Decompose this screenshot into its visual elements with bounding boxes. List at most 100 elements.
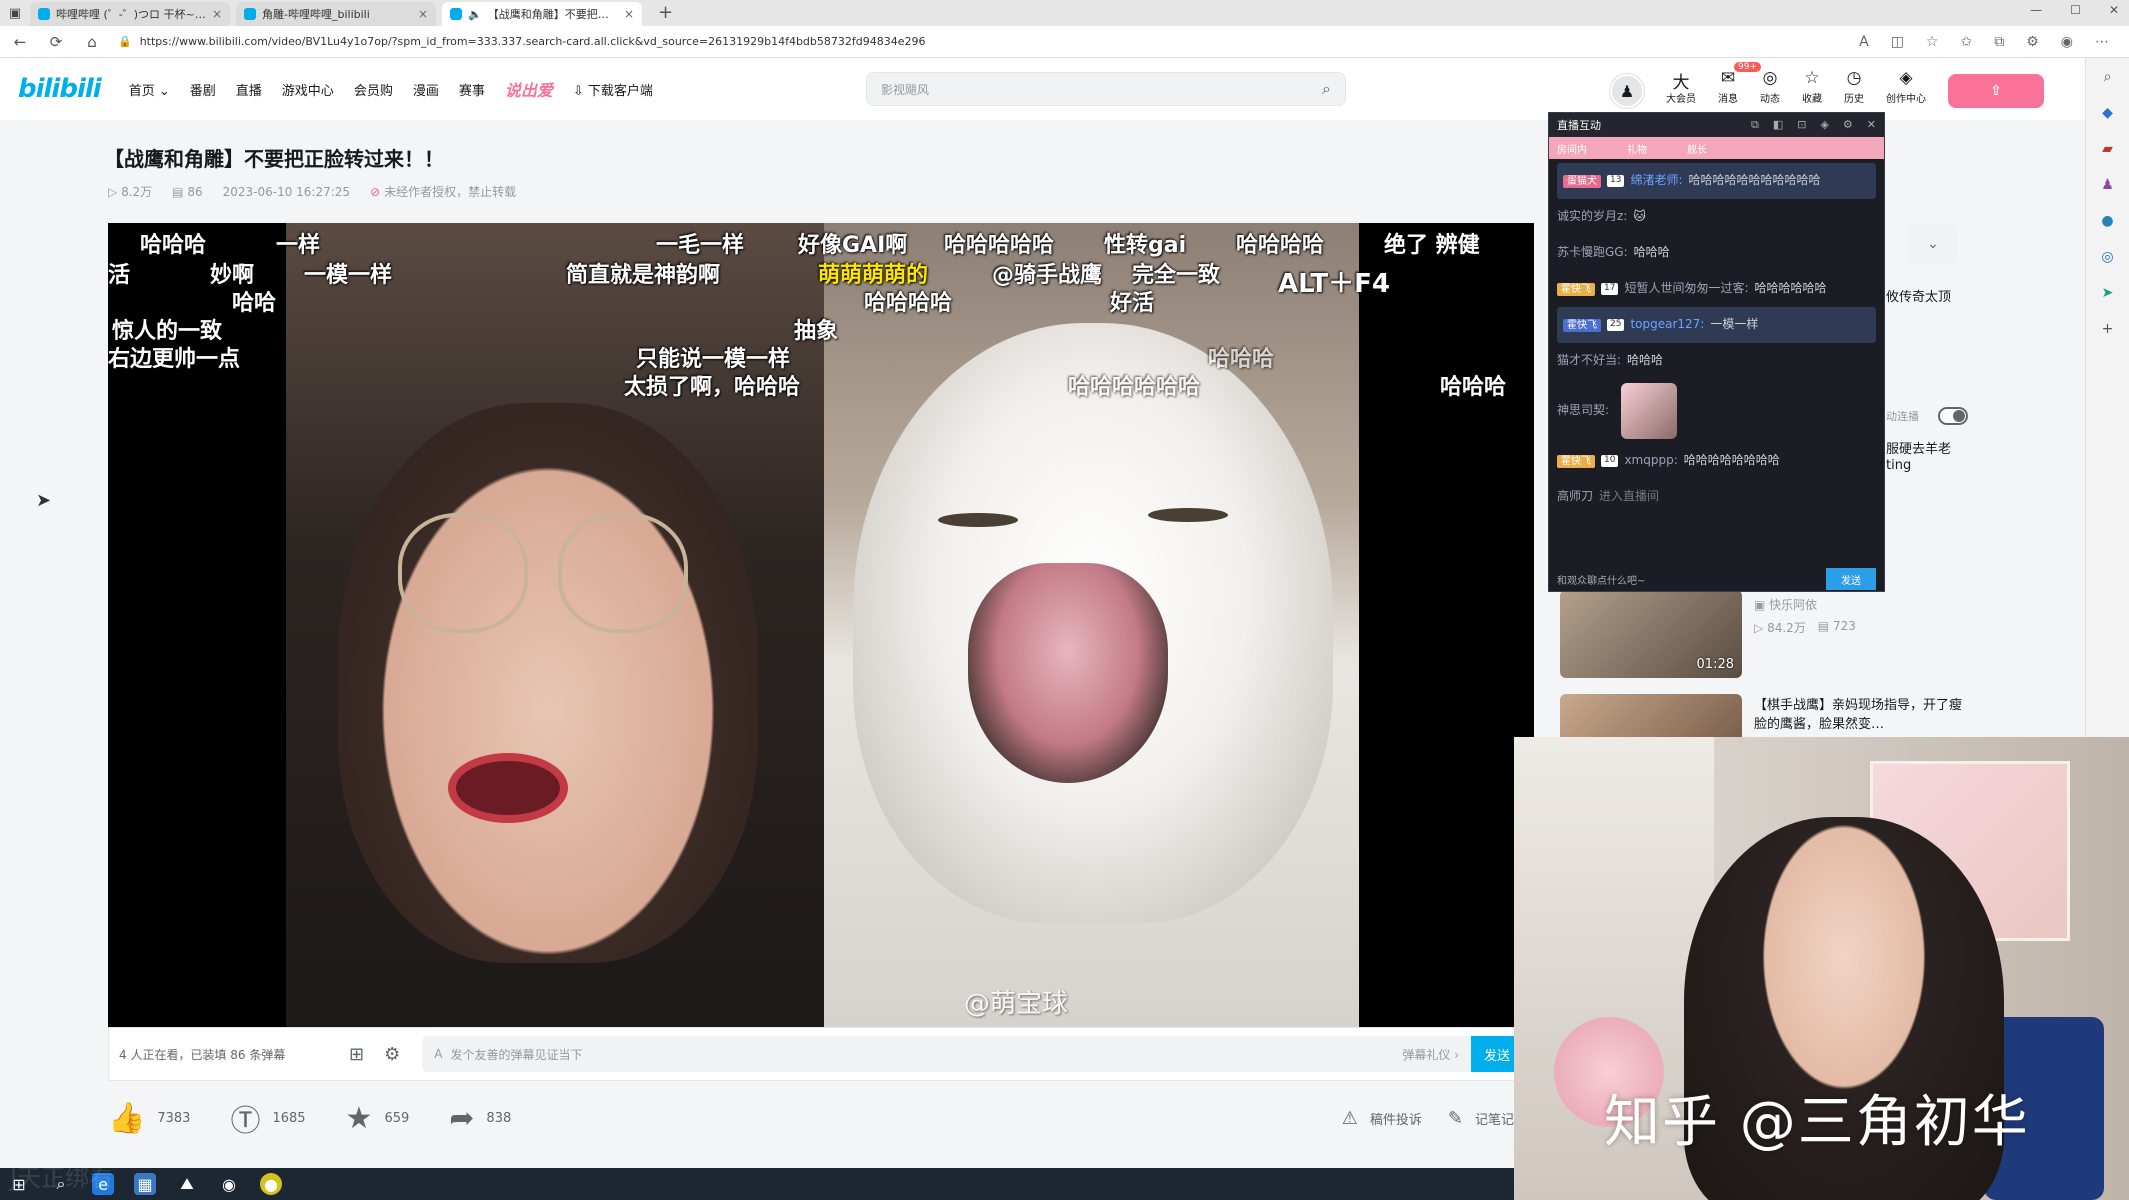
- popout-icon[interactable]: ⧉: [1751, 118, 1759, 132]
- avatar[interactable]: ♟: [1610, 74, 1644, 108]
- header-messages[interactable]: 99+ ✉ 消息: [1718, 62, 1761, 105]
- minimize-icon[interactable]: —: [2030, 3, 2042, 17]
- app-icon[interactable]: ⛰: [176, 1173, 198, 1195]
- lock-icon[interactable]: ⊡: [1797, 118, 1806, 132]
- camera-icon[interactable]: ◧: [1773, 118, 1783, 132]
- danmaku-input[interactable]: A 发个友善的弹幕见证当下 弹幕礼仪 ›: [422, 1036, 1471, 1072]
- chat-username[interactable]: xmqppp:: [1624, 453, 1677, 469]
- chat-message[interactable]: 霍快飞 10 xmqppp: 哈哈哈哈哈哈哈哈: [1557, 443, 1876, 479]
- extensions-icon[interactable]: ⚙: [2026, 34, 2039, 50]
- search-icon[interactable]: ⌕: [1322, 79, 1331, 99]
- profile-icon[interactable]: ◉: [2061, 34, 2073, 50]
- chat-username[interactable]: 猫才不好当:: [1557, 353, 1621, 369]
- note-button[interactable]: ✎ 记笔记: [1448, 1108, 1514, 1129]
- chat-username[interactable]: 短暂人世间匆匆一过客:: [1624, 281, 1748, 297]
- autoplay-toggle[interactable]: [1938, 407, 1968, 425]
- collapse-button[interactable]: ⌄: [1908, 224, 1958, 264]
- browser-tab-2[interactable]: 角雕-哔哩哔哩_bilibili ×: [236, 2, 436, 26]
- favorites-bar-icon[interactable]: ✩: [1960, 34, 1972, 50]
- chat-username[interactable]: topgear127:: [1630, 317, 1704, 333]
- read-aloud-icon[interactable]: A: [1859, 34, 1869, 50]
- nav-item-download[interactable]: ⇩ 下载客户端: [573, 80, 653, 99]
- chat-message[interactable]: 霍快飞 17 短暂人世间匆匆一过客: 哈哈哈哈哈哈: [1557, 271, 1876, 307]
- nav-item-mall[interactable]: 会员购: [354, 80, 393, 99]
- window-menu-icon[interactable]: ▣: [0, 0, 30, 26]
- tab-close-icon[interactable]: ×: [624, 7, 634, 21]
- nav-item-manga[interactable]: 漫画: [413, 80, 439, 99]
- app-icon[interactable]: ▦: [134, 1173, 156, 1195]
- obs-icon[interactable]: ◉: [218, 1173, 240, 1195]
- sidebar-tag-icon[interactable]: ◆: [2099, 104, 2117, 122]
- url-field[interactable]: 🔒 https://www.bilibili.com/video/BV1Lu4y…: [118, 35, 1843, 48]
- app-icon[interactable]: ●: [260, 1173, 282, 1195]
- like-button[interactable]: 👍 7383: [108, 1101, 190, 1136]
- favorite-star-icon[interactable]: ☆: [1926, 34, 1939, 50]
- bilibili-logo[interactable]: bilibili: [18, 74, 102, 104]
- browser-tab-3-active[interactable]: 🔈 【战鹰和角雕】不要把正脸 ×: [442, 2, 642, 26]
- chat-message[interactable]: 诚实的岁月z: 🐱: [1557, 199, 1876, 235]
- tab-gifts[interactable]: 礼物: [1627, 141, 1647, 156]
- video-player[interactable]: 哈哈哈 一样 一毛一样 好像GAI啊 哈哈哈哈哈 性转gai 哈哈哈哈 绝了 辨…: [108, 223, 1534, 1027]
- chat-username[interactable]: 神思司契:: [1557, 403, 1609, 419]
- reload-icon[interactable]: ⟳: [46, 33, 66, 51]
- close-window-icon[interactable]: ✕: [2109, 3, 2119, 17]
- header-favorites[interactable]: ☆ 收藏: [1802, 68, 1822, 105]
- chat-message[interactable]: 蛋猫犬 13 绵渚老师: 哈哈哈哈哈哈哈哈哈哈哈: [1557, 163, 1876, 199]
- rec-title[interactable]: 【棋手战鹰】亲妈现场指导，开了瘦脸的鹰酱，脸果然变…: [1754, 694, 1964, 732]
- chat-username[interactable]: 高师刀: [1557, 489, 1593, 505]
- close-icon[interactable]: ✕: [1867, 118, 1876, 132]
- chat-message[interactable]: 苏卡慢跑GG: 哈哈哈: [1557, 235, 1876, 271]
- split-screen-icon[interactable]: ◫: [1891, 34, 1904, 50]
- recommended-item[interactable]: 01:28 ▣ 快乐阿依 ▷ 84.2万 ▤ 723: [1560, 590, 1960, 678]
- favorite-button[interactable]: ★ 659: [346, 1101, 410, 1136]
- new-tab-button[interactable]: +: [648, 2, 683, 26]
- nav-item-home[interactable]: 首页 ⌄: [129, 80, 170, 99]
- chat-message[interactable]: 高师刀 进入直播间: [1557, 479, 1876, 515]
- chat-message[interactable]: 神思司契:: [1557, 379, 1876, 443]
- speaker-icon[interactable]: 🔈: [468, 8, 482, 21]
- rec-uploader[interactable]: ▣ 快乐阿依: [1754, 596, 1856, 613]
- sidebar-tools-icon[interactable]: ▰: [2099, 140, 2117, 158]
- tab-close-icon[interactable]: ×: [418, 7, 428, 21]
- nav-item-promo[interactable]: 说出爱: [505, 77, 553, 101]
- tab-room[interactable]: 房间内: [1557, 141, 1587, 156]
- nav-item-live[interactable]: 直播: [236, 80, 262, 99]
- sidebar-people-icon[interactable]: ♟: [2099, 176, 2117, 194]
- nav-item-games[interactable]: 游戏中心: [282, 80, 334, 99]
- chat-message[interactable]: 霍快飞 25 topgear127: 一模一样: [1557, 307, 1876, 343]
- more-menu-icon[interactable]: ⋯: [2095, 34, 2109, 50]
- tab-captains[interactable]: 舰长: [1687, 141, 1707, 156]
- report-button[interactable]: ⚠ 稿件投诉: [1342, 1108, 1422, 1129]
- back-icon[interactable]: ←: [10, 33, 30, 51]
- chat-input[interactable]: 和观众聊点什么吧~ 发送: [1549, 567, 1884, 591]
- pin-icon[interactable]: ◈: [1820, 118, 1828, 132]
- chat-username[interactable]: 诚实的岁月z:: [1557, 209, 1627, 225]
- sidebar-add-icon[interactable]: +: [2099, 320, 2117, 338]
- maximize-icon[interactable]: ☐: [2070, 3, 2081, 17]
- sidebar-games-icon[interactable]: ●: [2099, 212, 2117, 230]
- collections-icon[interactable]: ⧉: [1994, 34, 2004, 50]
- danmaku-settings-icon[interactable]: ⚙: [384, 1044, 400, 1065]
- home-icon[interactable]: ⌂: [82, 33, 102, 51]
- header-history[interactable]: ◷ 历史: [1844, 68, 1864, 105]
- danmaku-etiquette-link[interactable]: 弹幕礼仪 ›: [1402, 1046, 1459, 1063]
- header-dynamics[interactable]: ◎ 动态: [1760, 68, 1780, 105]
- chat-message[interactable]: 猫才不好当: 哈哈哈: [1557, 343, 1876, 379]
- rec-thumbnail[interactable]: 01:28: [1560, 590, 1742, 678]
- sidebar-search-icon[interactable]: ⌕: [2099, 68, 2117, 86]
- chat-username[interactable]: 绵渚老师:: [1630, 173, 1682, 189]
- nav-item-esports[interactable]: 赛事: [459, 80, 485, 99]
- nav-item-anime[interactable]: 番剧: [190, 80, 216, 99]
- search-input[interactable]: 影视飓风 ⌕: [866, 72, 1346, 106]
- settings-icon[interactable]: ⚙: [1843, 118, 1853, 132]
- chat-send-button[interactable]: 发送: [1826, 568, 1876, 590]
- browser-tab-1[interactable]: 哔哩哔哩 (゜-゜)つロ 干杯~-bili ×: [30, 2, 230, 26]
- header-vip[interactable]: 大大会员: [1666, 68, 1696, 105]
- sidebar-outlook-icon[interactable]: ◎: [2099, 248, 2117, 266]
- font-a-icon[interactable]: A: [434, 1047, 442, 1061]
- coin-button[interactable]: Ⓣ 1685: [230, 1096, 305, 1140]
- share-button[interactable]: ➦ 838: [449, 1101, 511, 1136]
- header-creator[interactable]: ◈ 创作中心: [1886, 68, 1926, 105]
- chat-username[interactable]: 苏卡慢跑GG:: [1557, 245, 1628, 261]
- sidebar-send-icon[interactable]: ➤: [2099, 284, 2117, 302]
